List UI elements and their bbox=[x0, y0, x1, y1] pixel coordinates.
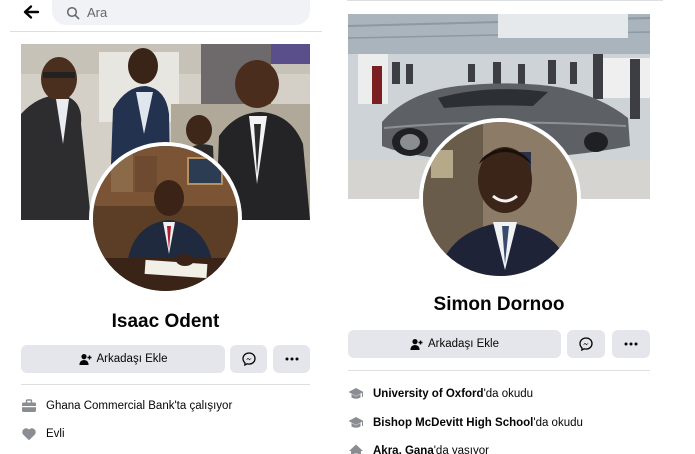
messenger-icon bbox=[579, 337, 593, 351]
graduation-cap-icon bbox=[348, 417, 364, 428]
profile-avatar[interactable] bbox=[89, 142, 242, 295]
right-profile-panel: Simon Dornoo Arkadaşı Ekle University of… bbox=[337, 0, 695, 454]
profile-name: Isaac Odent bbox=[111, 311, 220, 332]
messenger-icon bbox=[241, 352, 256, 366]
graduation-cap-icon bbox=[348, 388, 364, 399]
add-friend-icon bbox=[410, 338, 423, 350]
briefcase-icon bbox=[22, 399, 36, 412]
add-friend-button[interactable]: Arkadaşı Ekle bbox=[21, 345, 225, 373]
info-text: Evli bbox=[46, 428, 65, 440]
avatar-image bbox=[423, 122, 577, 276]
info-bold-text[interactable]: Bishop McDevitt High School bbox=[373, 417, 533, 429]
profile-avatar[interactable] bbox=[419, 118, 581, 280]
info-row-education: University of Oxford 'da okudu bbox=[348, 386, 533, 402]
left-profile-panel: Isaac Odent Arkadaşı Ekle Ghana Commerci… bbox=[0, 0, 330, 454]
info-row-relationship: Evli bbox=[21, 426, 65, 442]
ellipsis-icon bbox=[285, 357, 298, 361]
more-options-button[interactable] bbox=[273, 345, 310, 373]
info-row-work: Ghana Commercial Bank'ta çalışıyor bbox=[21, 398, 232, 414]
divider bbox=[21, 384, 310, 385]
info-bold-text[interactable]: University of Oxford bbox=[373, 388, 484, 400]
heart-icon bbox=[22, 428, 36, 441]
ellipsis-icon bbox=[624, 342, 638, 346]
avatar-image bbox=[93, 146, 238, 291]
message-button[interactable] bbox=[567, 330, 605, 358]
more-options-button[interactable] bbox=[612, 330, 650, 358]
home-icon bbox=[349, 444, 363, 454]
panel-gutter bbox=[330, 0, 337, 454]
info-text: Ghana Commercial Bank'ta çalışıyor bbox=[46, 400, 233, 412]
divider bbox=[10, 31, 322, 32]
search-bar[interactable] bbox=[52, 0, 310, 25]
profile-name: Simon Dornoo bbox=[433, 294, 565, 315]
add-friend-icon bbox=[78, 353, 92, 365]
info-row-location: Akra, Gana 'da yaşıyor bbox=[348, 443, 489, 454]
search-input[interactable] bbox=[87, 5, 287, 20]
info-text: 'da okudu bbox=[483, 388, 534, 400]
search-icon bbox=[66, 6, 80, 19]
info-row-education: Bishop McDevitt High School 'da okudu bbox=[348, 415, 583, 431]
info-text: 'da okudu bbox=[533, 417, 583, 429]
info-text: 'da yaşıyor bbox=[433, 445, 489, 454]
divider bbox=[347, 0, 663, 1]
info-bold-text[interactable]: Akra, Gana bbox=[373, 445, 434, 454]
add-friend-label: Arkadaşı Ekle bbox=[428, 338, 499, 350]
message-button[interactable] bbox=[230, 345, 267, 373]
divider bbox=[348, 370, 650, 371]
add-friend-button[interactable]: Arkadaşı Ekle bbox=[348, 330, 561, 358]
back-arrow-icon[interactable] bbox=[22, 3, 40, 21]
add-friend-label: Arkadaşı Ekle bbox=[96, 353, 168, 365]
